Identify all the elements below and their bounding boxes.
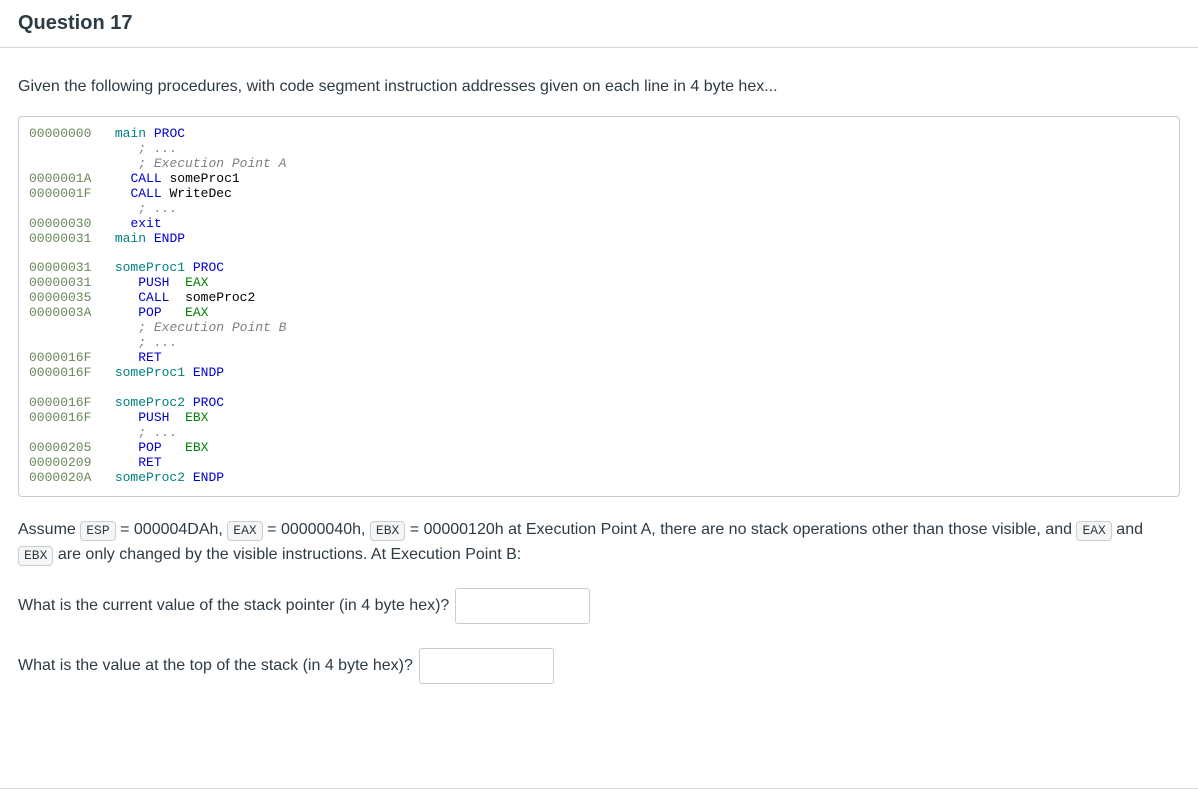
assumption-paragraph: Assume ESP = 000004DAh, EAX = 00000040h,… — [18, 517, 1180, 568]
register-chip-eax: EAX — [1076, 521, 1111, 541]
text: = 00000040h, — [263, 521, 370, 538]
question-content: Given the following procedures, with cod… — [0, 48, 1198, 748]
register-chip-esp: ESP — [80, 521, 115, 541]
intro-text: Given the following procedures, with cod… — [18, 78, 1180, 96]
register-chip-ebx: EBX — [370, 521, 405, 541]
register-chip-ebx: EBX — [18, 546, 53, 566]
question-title: Question 17 — [18, 12, 1180, 35]
text: Assume — [18, 521, 80, 538]
question-2-text: What is the value at the top of the stac… — [18, 657, 413, 675]
answer-input-2[interactable] — [419, 648, 554, 684]
register-chip-eax: EAX — [227, 521, 262, 541]
text: = 00000120h at Execution Point A, there … — [405, 521, 1076, 538]
question-1: What is the current value of the stack p… — [18, 588, 1180, 624]
question-header: Question 17 — [0, 0, 1198, 48]
text: are only changed by the visible instruct… — [53, 546, 521, 563]
answer-input-1[interactable] — [455, 588, 590, 624]
code-block: 00000000 main PROC ; ... ; Execution Poi… — [18, 116, 1180, 497]
question-1-text: What is the current value of the stack p… — [18, 597, 449, 615]
question-2: What is the value at the top of the stac… — [18, 648, 1180, 684]
text: = 000004DAh, — [116, 521, 228, 538]
text: and — [1112, 521, 1143, 538]
